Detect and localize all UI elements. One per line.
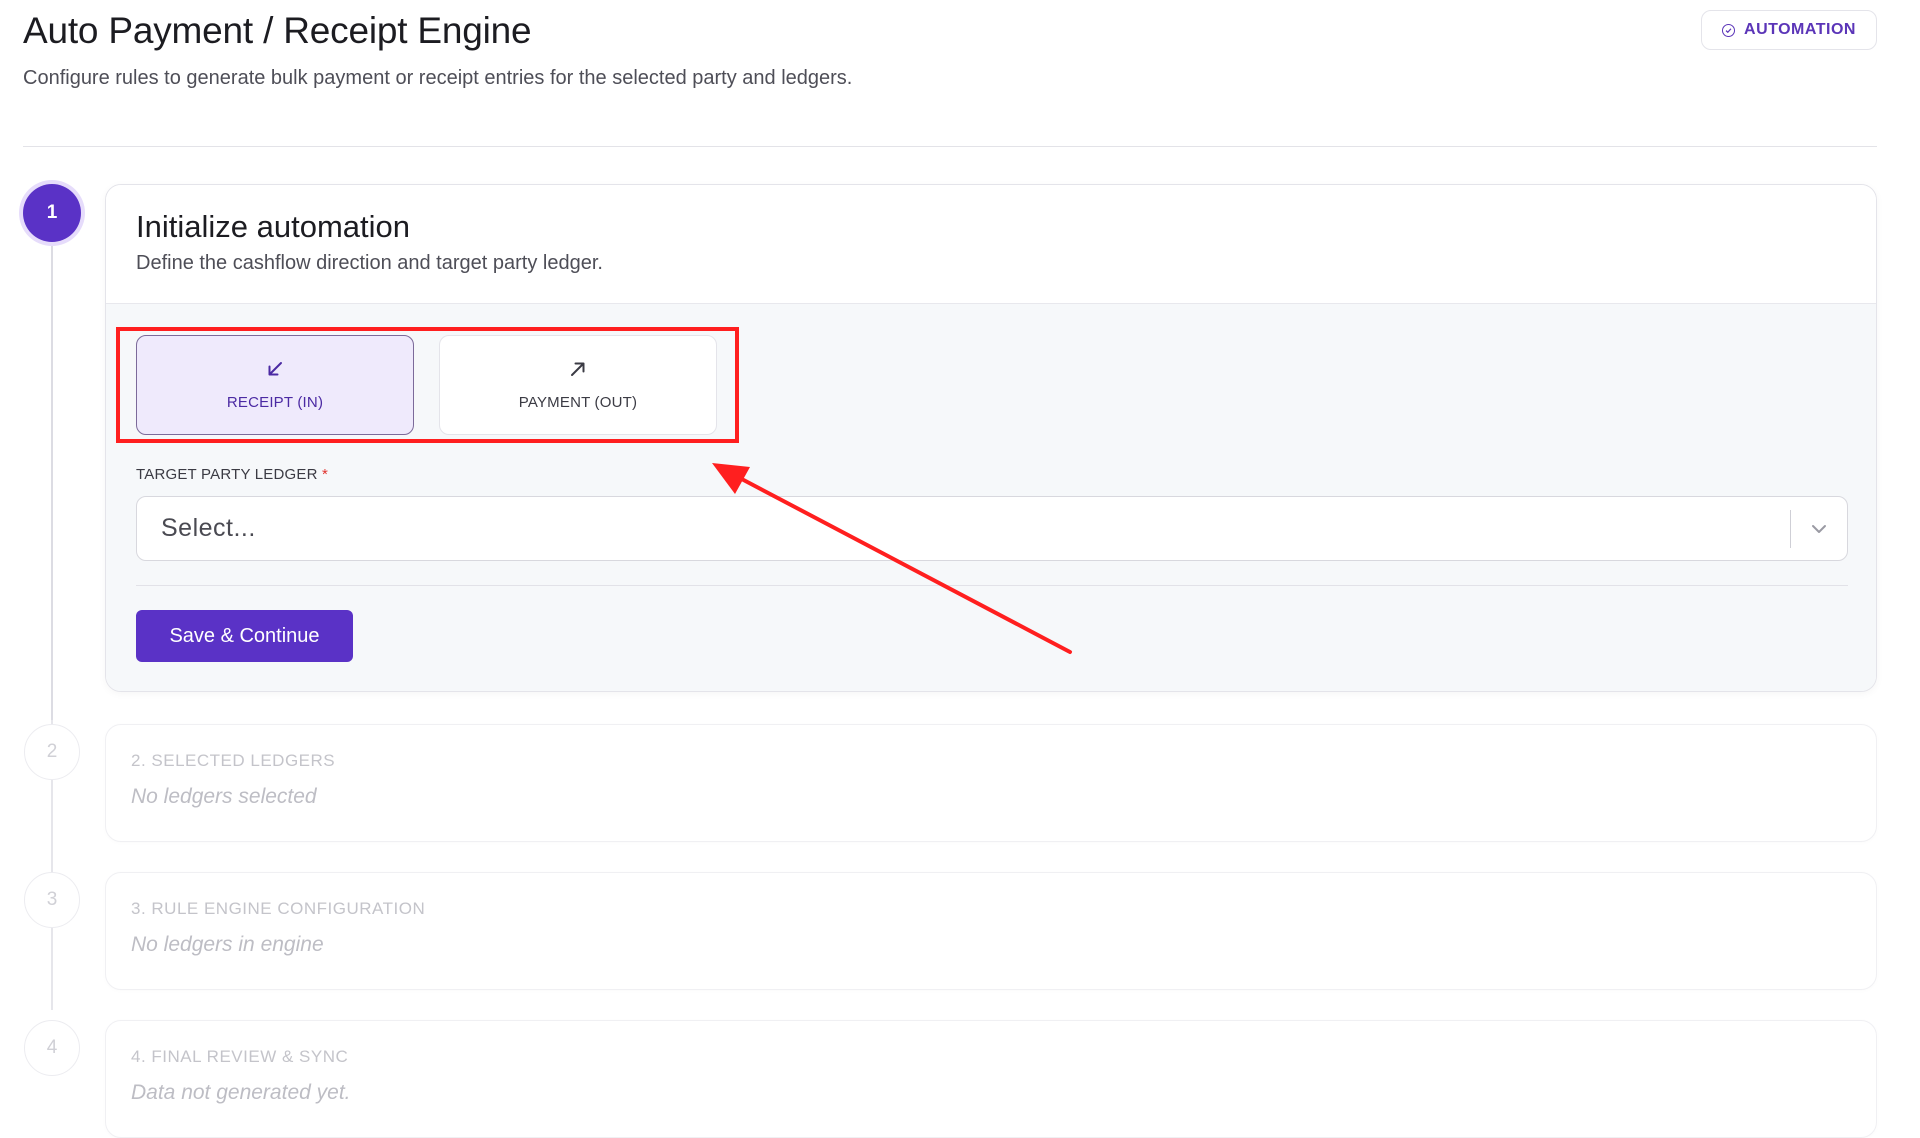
automation-badge: AUTOMATION [1701,10,1877,50]
step-2-title: 2. SELECTED LEDGERS [131,751,336,770]
arrow-down-left-icon [266,360,284,382]
receipt-in-button[interactable]: RECEIPT (IN) [136,335,414,435]
form-divider [136,585,1848,586]
step-2-card[interactable]: 2. SELECTED LEDGERS No ledgers selected [105,724,1877,842]
arrow-up-right-icon [569,360,587,382]
page: Auto Payment / Receipt Engine Configure … [0,0,1920,1138]
step-4-title: 4. FINAL REVIEW & SYNC [131,1047,349,1066]
page-title: Auto Payment / Receipt Engine [23,10,532,51]
step-1-card: Initialize automation Define the cashflo… [105,184,1877,692]
header-divider [23,146,1877,147]
required-marker: * [322,466,329,483]
step-4-description: Data not generated yet. [131,1081,351,1104]
step-3-card[interactable]: 3. RULE ENGINE CONFIGURATION No ledgers … [105,872,1877,990]
save-continue-button[interactable]: Save & Continue [136,610,353,662]
step-3-indicator[interactable]: 3 [24,872,80,928]
step-4-indicator[interactable]: 4 [24,1020,80,1076]
step-3-description: No ledgers in engine [131,933,324,956]
step-4-card[interactable]: 4. FINAL REVIEW & SYNC Data not generate… [105,1020,1877,1138]
select-value: Select... [161,514,256,542]
page-subtitle: Configure rules to generate bulk payment… [23,67,853,89]
target-party-ledger-select[interactable]: Select... [136,496,1848,561]
step-1-header: Initialize automation Define the cashflo… [106,185,1876,304]
step-1-description: Define the cashflow direction and target… [136,252,603,274]
receipt-in-label: RECEIPT (IN) [226,393,324,411]
payment-out-button[interactable]: PAYMENT (OUT) [439,335,717,435]
target-party-ledger-label-text: TARGET PARTY LEDGER [136,466,318,483]
step-3-title: 3. RULE ENGINE CONFIGURATION [131,899,426,918]
target-party-ledger-label: TARGET PARTY LEDGER * [136,466,328,483]
stepper-line-progress [51,240,53,720]
step-2-indicator[interactable]: 2 [24,724,80,780]
automation-badge-label: AUTOMATION [1744,21,1856,38]
payment-out-label: PAYMENT (OUT) [518,393,638,411]
step-1-title: Initialize automation [136,209,410,244]
step-2-description: No ledgers selected [131,785,317,808]
step-1-indicator[interactable]: 1 [23,184,81,242]
chevron-down-icon[interactable] [1791,523,1847,535]
check-circle-icon [1722,23,1736,37]
